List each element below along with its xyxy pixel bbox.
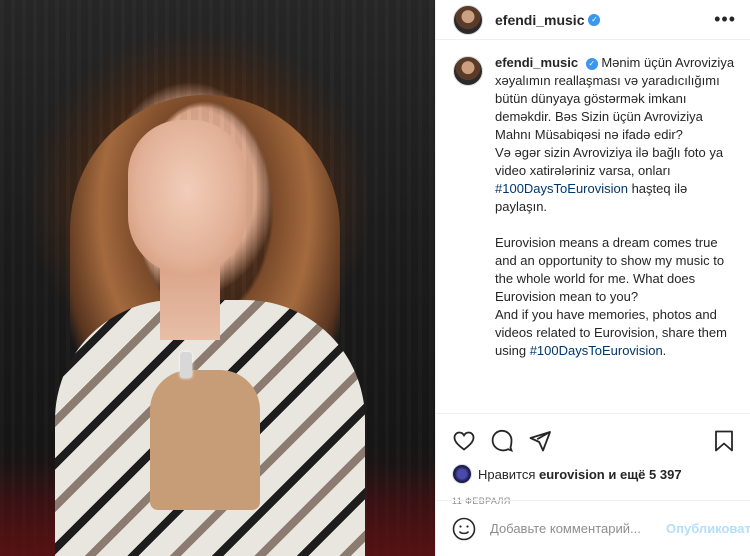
likes-count[interactable]: и ещё 5 397 (608, 467, 681, 482)
more-options-icon[interactable]: ••• (714, 9, 736, 30)
photo-top (150, 370, 260, 510)
post-photo[interactable] (0, 0, 435, 556)
likes-prefix: Нравится (478, 466, 536, 482)
photo-face (128, 120, 246, 275)
comment-input[interactable] (490, 521, 666, 536)
likes-row: Нравится eurovision и ещё 5 397 (452, 464, 736, 484)
caption-text-en: haşteq ilə paylaşın. Eurovision means a … (495, 181, 727, 358)
heart-icon[interactable] (452, 429, 476, 453)
caption-text-az: Mənim üçün Avroviziya xəyalımın reallaşm… (495, 55, 735, 178)
photo-pendant (180, 352, 192, 378)
comment-composer: Опубликовать (436, 500, 750, 556)
post-caption: efendi_music ✓ Mənim üçün Avroviziya xəy… (495, 54, 736, 399)
author-username[interactable]: efendi_music (495, 12, 584, 28)
action-icons (452, 424, 736, 458)
caption-verified-icon: ✓ (585, 57, 598, 70)
caption-end: . (662, 343, 667, 358)
hashtag-link[interactable]: #100DaysToEurovision (495, 181, 628, 196)
actions-section: Нравится eurovision и ещё 5 397 11 февра… (436, 413, 750, 506)
publish-button[interactable]: Опубликовать (666, 521, 750, 536)
bookmark-icon[interactable] (712, 429, 736, 453)
caption-avatar[interactable] (453, 56, 483, 86)
share-icon[interactable] (528, 429, 552, 453)
caption-section: efendi_music ✓ Mənim üçün Avroviziya xəy… (436, 40, 750, 399)
post-side-panel: efendi_music ✓ ••• efendi_music ✓ Mənim … (435, 0, 750, 556)
emoji-icon[interactable] (452, 517, 476, 541)
caption-username[interactable]: efendi_music (495, 55, 578, 70)
verified-badge-icon: ✓ (588, 13, 601, 26)
liker-username[interactable]: eurovision (539, 467, 605, 482)
comment-icon[interactable] (490, 429, 514, 453)
post-header: efendi_music ✓ ••• (436, 0, 750, 40)
author-avatar[interactable] (453, 4, 483, 35)
liker-avatar[interactable] (452, 464, 472, 484)
hashtag-link[interactable]: #100DaysToEurovision (530, 343, 663, 358)
